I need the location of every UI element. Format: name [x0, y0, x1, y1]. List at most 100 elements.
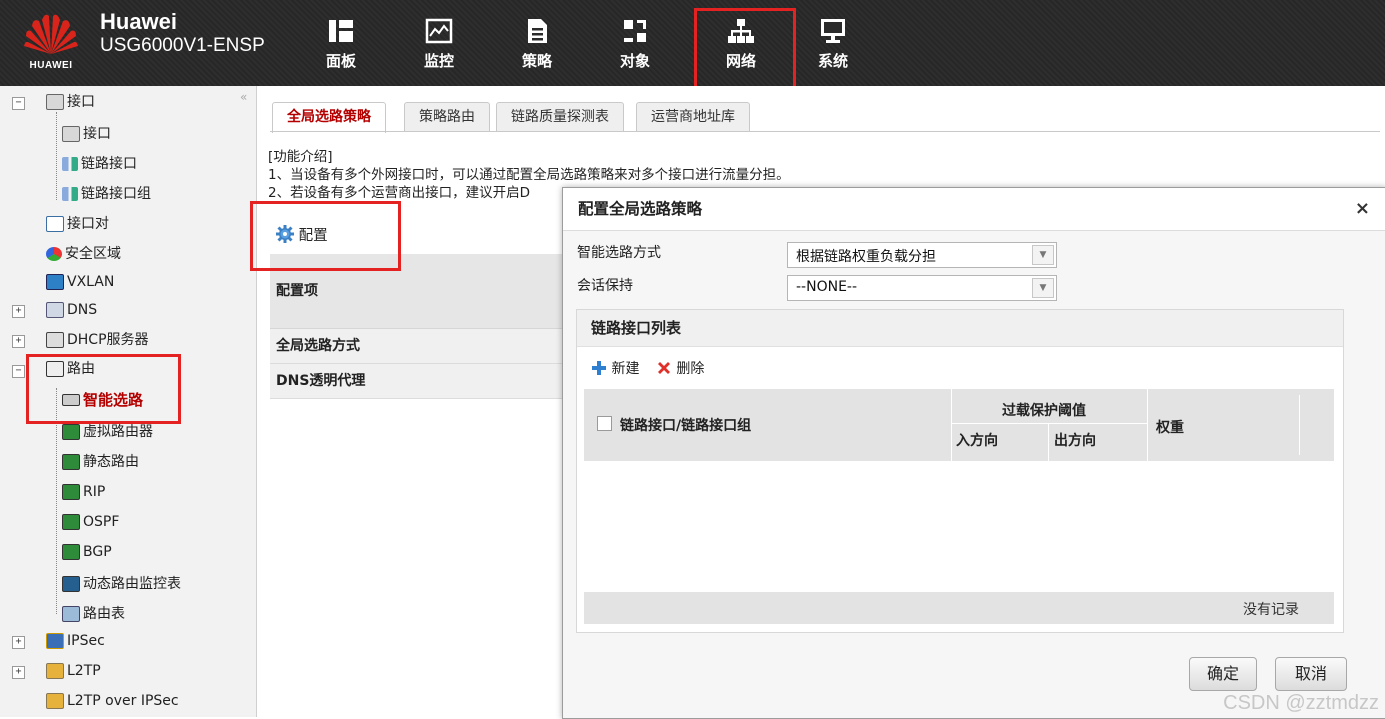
config-row-route-mode: 全局选路方式 — [270, 329, 570, 364]
link-interface-icon — [62, 157, 78, 171]
toggle-ipsec[interactable]: + — [12, 636, 25, 649]
brand-name: Huawei — [100, 9, 178, 34]
dashboard-icon — [329, 20, 353, 42]
sidebar-item-smart-routing[interactable]: 智能选路 — [62, 387, 143, 413]
dialog-titlebar: 配置全局选路策略 × — [563, 188, 1385, 231]
tab-global-route-policy[interactable]: 全局选路策略 — [272, 102, 386, 133]
nav-object[interactable]: 对象 — [590, 16, 680, 80]
top-header: HUAWEI Huawei USG6000V1-ENSP 面板 监控 策略 对象 — [0, 0, 1385, 86]
sidebar-item-link-interface[interactable]: 链路接口 — [62, 151, 137, 177]
delete-icon — [657, 362, 670, 374]
sidebar-item-interface[interactable]: 接口 — [62, 121, 111, 147]
toggle-routing[interactable]: − — [12, 365, 25, 378]
sidebar-item-virtual-router[interactable]: 虚拟路由器 — [62, 419, 153, 445]
nav-monitor[interactable]: 监控 — [394, 16, 484, 80]
toggle-interface-group[interactable]: − — [12, 97, 25, 110]
sidebar-item-dns[interactable]: DNS — [46, 297, 97, 323]
sidebar-item-dhcp[interactable]: DHCP服务器 — [46, 327, 149, 353]
dns-icon — [46, 302, 64, 318]
nav-system[interactable]: 系统 — [788, 16, 878, 80]
ok-button[interactable]: 确定 — [1189, 657, 1257, 691]
huawei-logo: HUAWEI — [18, 10, 84, 71]
l2tp-ipsec-icon — [46, 693, 64, 709]
security-zone-icon — [46, 247, 62, 261]
intro-line-1: 1、当设备有多个外网接口时，可以通过配置全局选路策略来对多个接口进行流量分担。 — [268, 167, 790, 183]
nav-dashboard[interactable]: 面板 — [296, 16, 386, 80]
sidebar-item-interface-pair[interactable]: 接口对 — [46, 211, 109, 237]
sidebar-item-static-route[interactable]: 静态路由 — [62, 449, 139, 475]
col-weight: 权重 — [1156, 420, 1184, 436]
ospf-icon — [62, 514, 80, 530]
select-all-checkbox[interactable] — [597, 416, 612, 431]
nav-label: 面板 — [325, 52, 356, 70]
network-icon — [728, 19, 754, 43]
toggle-l2tp[interactable]: + — [12, 666, 25, 679]
sidebar-item-route-table[interactable]: 路由表 — [62, 601, 125, 627]
gear-icon — [276, 225, 294, 243]
collapse-sidebar-button[interactable]: « — [240, 90, 247, 104]
nav-label: 网络 — [725, 52, 756, 70]
toggle-dhcp[interactable]: + — [12, 335, 25, 348]
new-button[interactable]: 新建 — [591, 358, 639, 378]
sidebar-item-routing[interactable]: 路由 — [46, 356, 95, 382]
sidebar-item-link-group[interactable]: 链路接口组 — [62, 181, 151, 207]
smart-route-icon — [62, 394, 80, 406]
system-icon — [821, 19, 845, 43]
sidebar-item-l2tp-ipsec[interactable]: L2TP over IPSec — [46, 688, 179, 714]
l2tp-icon — [46, 663, 64, 679]
sidebar-item-vxlan[interactable]: VXLAN — [46, 269, 114, 295]
sidebar-item-l2tp[interactable]: L2TP — [46, 658, 101, 684]
link-interface-panel: 链路接口列表 新建 删除 链路接口/链路接口组 过载保护阈值 入方向 出方向 权… — [576, 309, 1344, 633]
tab-link-quality-probe[interactable]: 链路质量探测表 — [496, 102, 624, 131]
tab-isp-address-library[interactable]: 运营商地址库 — [636, 102, 750, 131]
tab-policy-routing[interactable]: 策略路由 — [404, 102, 490, 131]
sidebar-item-ospf[interactable]: OSPF — [62, 509, 119, 535]
static-route-icon — [62, 454, 80, 470]
tab-divider — [270, 131, 1380, 132]
col-divider — [1299, 395, 1300, 455]
sidebar-item-interface-group[interactable]: 接口 — [46, 89, 95, 115]
sidebar-item-rip[interactable]: RIP — [62, 479, 105, 505]
nav-policy[interactable]: 策略 — [492, 16, 582, 80]
panel-title: 链路接口列表 — [577, 310, 1343, 347]
device-model: USG6000V1-ENSP — [100, 35, 265, 56]
route-mode-label: 智能选路方式 — [577, 245, 661, 261]
config-dialog: 配置全局选路策略 × 智能选路方式 根据链路权重负载分担 ▼ 会话保持 --NO… — [562, 187, 1385, 719]
close-icon[interactable]: × — [1355, 188, 1370, 230]
config-button[interactable]: 配置 — [276, 224, 328, 245]
no-records-text: 没有记录 — [1243, 602, 1299, 618]
grid-footer: 没有记录 — [584, 592, 1334, 624]
route-mode-select[interactable]: 根据链路权重负载分担 ▼ — [787, 242, 1057, 268]
bgp-icon — [62, 544, 80, 560]
interface-group-icon — [46, 94, 64, 110]
sidebar-item-route-monitor[interactable]: 动态路由监控表 — [62, 571, 181, 597]
col-outbound: 出方向 — [1054, 433, 1096, 449]
panel-toolbar: 新建 删除 — [591, 358, 716, 378]
sidebar-tree: « − 接口 接口 链路接口 链路接口组 接口对 安全区域 VXLAN + DN… — [0, 86, 257, 717]
session-keep-value: --NONE-- — [796, 279, 858, 295]
sidebar-item-bgp[interactable]: BGP — [62, 539, 112, 565]
toggle-dns[interactable]: + — [12, 305, 25, 318]
sidebar-item-ipsec[interactable]: IPSec — [46, 628, 105, 654]
logo-text: HUAWEI — [29, 60, 73, 71]
session-keep-label: 会话保持 — [577, 278, 633, 294]
tree-line — [56, 388, 57, 614]
col-divider — [951, 389, 952, 461]
config-label: 配置 — [298, 228, 328, 244]
sidebar-item-security-zone[interactable]: 安全区域 — [46, 241, 121, 267]
nav-label: 系统 — [817, 52, 848, 70]
intro-title: [功能介绍] — [268, 149, 333, 165]
col-divider — [1048, 423, 1049, 461]
col-inbound: 入方向 — [956, 433, 998, 449]
nav-network[interactable]: 网络 — [696, 16, 786, 80]
nav-label: 策略 — [521, 52, 552, 70]
session-keep-select[interactable]: --NONE-- ▼ — [787, 275, 1057, 301]
link-group-icon — [62, 187, 78, 201]
config-row-dns-proxy: DNS透明代理 — [270, 364, 570, 399]
config-table-header: 配置项 — [270, 254, 570, 329]
cancel-button[interactable]: 取消 — [1275, 657, 1347, 691]
interface-pair-icon — [46, 216, 64, 232]
delete-button[interactable]: 删除 — [656, 358, 704, 378]
object-icon — [624, 20, 646, 42]
vxlan-icon — [46, 274, 64, 290]
